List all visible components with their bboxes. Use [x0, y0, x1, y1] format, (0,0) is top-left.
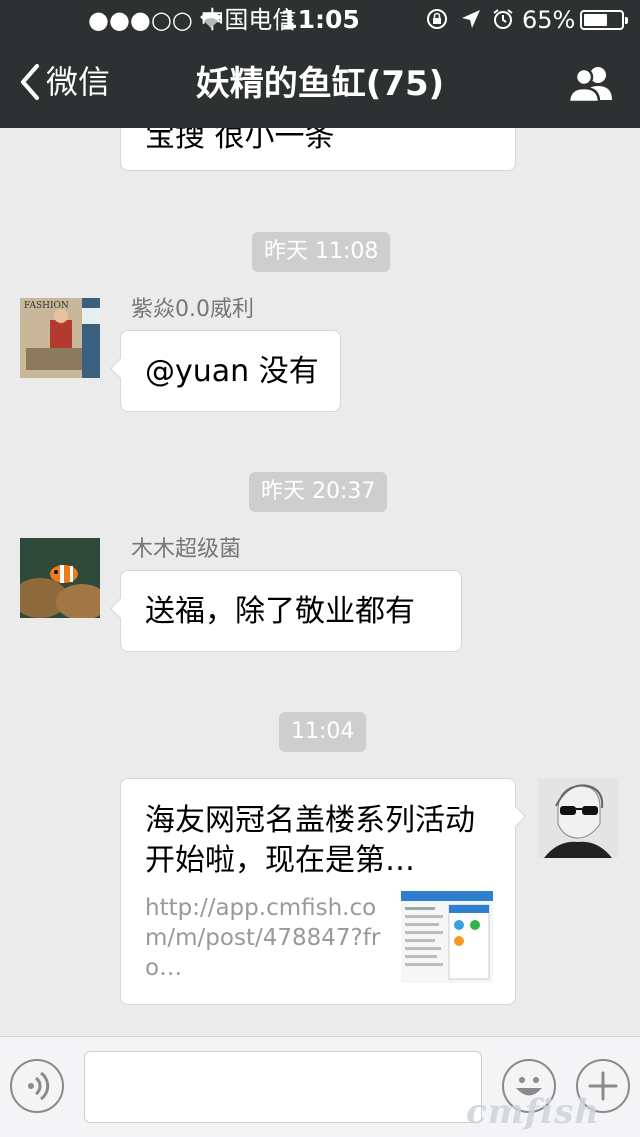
timestamp: 昨天 20:37 — [249, 472, 388, 512]
battery-fill — [584, 14, 608, 26]
message-bubble[interactable]: 宝搜 很小一条 — [120, 128, 516, 171]
chat-title: 妖精的鱼缸(75) — [195, 64, 445, 104]
svg-text:FASHION: FASHION — [24, 301, 69, 311]
chat-area[interactable]: 宝搜 很小一条 昨天 11:08 FASHION 紫焱0.0威利 @yuan 没… — [0, 128, 640, 1036]
timestamp: 11:04 — [279, 712, 367, 752]
rotation-lock-icon — [427, 9, 447, 29]
alarm-icon — [493, 9, 513, 29]
sunglasses-sketch-avatar[interactable] — [538, 778, 618, 858]
voice-button[interactable] — [10, 1059, 64, 1113]
sender-name: 木木超级菌 — [131, 537, 242, 562]
message-bubble[interactable]: 送福，除了敬业都有 — [120, 570, 462, 652]
group-members-icon[interactable] — [566, 64, 616, 104]
message-input[interactable] — [84, 1051, 482, 1123]
timestamp: 昨天 11:08 — [252, 232, 391, 272]
link-title: 海友网冠名盖楼系列活动开始啦，现在是第… — [145, 803, 475, 878]
sender-name: 紫焱0.0威利 — [131, 297, 254, 322]
app-screenshot-thumbnail — [401, 891, 493, 983]
fashion-magazine-avatar[interactable]: FASHION — [20, 298, 100, 378]
watermark: cmfish — [466, 1092, 601, 1132]
top-bar: ●●●○○ 中国电信 11:05 65% 微信 妖精的鱼缸(75) — [0, 0, 640, 128]
message-text: 宝搜 很小一条 — [145, 128, 335, 154]
message-bubble[interactable]: @yuan 没有 — [120, 330, 341, 412]
clownfish-avatar[interactable] — [20, 538, 100, 618]
link-url: http://app.cmfish.com/m/post/478847?fro… — [145, 895, 381, 981]
voice-icon — [28, 1071, 50, 1101]
battery-icon — [580, 10, 628, 30]
location-arrow-icon — [462, 10, 480, 28]
status-bar: ●●●○○ 中国电信 11:05 65% — [0, 0, 640, 40]
message-text: 送福，除了敬业都有 — [145, 594, 415, 629]
battery-percent: 65% — [522, 6, 576, 34]
link-card[interactable]: 海友网冠名盖楼系列活动开始啦，现在是第… http://app.cmfish.c… — [120, 778, 516, 1005]
message-text: @yuan 没有 — [145, 354, 319, 389]
navigation-bar: 微信 妖精的鱼缸(75) — [0, 40, 640, 128]
